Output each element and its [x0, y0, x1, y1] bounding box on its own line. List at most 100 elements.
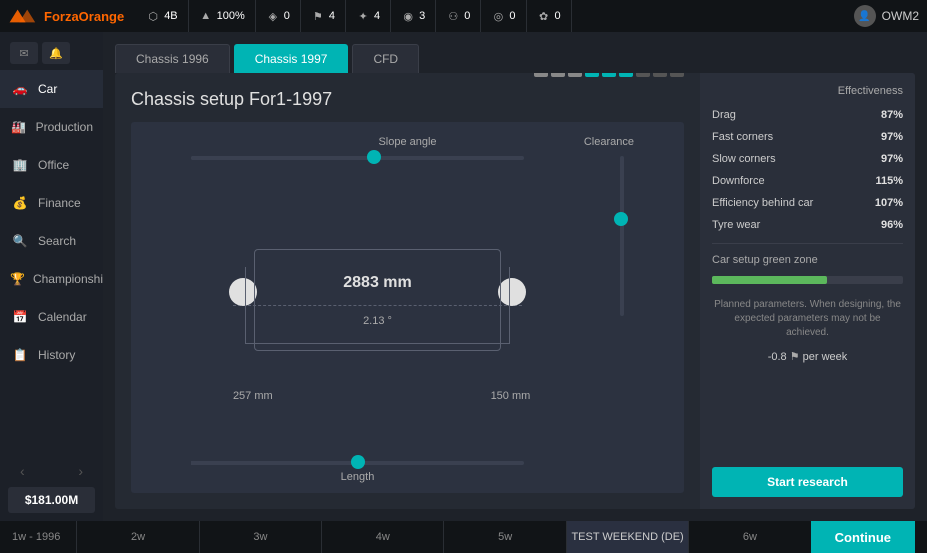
eff-efficiency: Efficiency behind car 107%	[712, 195, 903, 211]
chassis-panel: Chassis setup For1-1997	[115, 73, 915, 509]
green-zone-bar	[712, 276, 903, 284]
group-icon: ⚇	[446, 9, 460, 23]
week-3w: 3w	[199, 521, 321, 553]
slope-angle-label: Slope angle	[378, 136, 436, 148]
stat-people: ⚑ 4	[301, 0, 346, 32]
sidebar-item-history[interactable]: 📋 History	[0, 336, 103, 374]
length-slider-wrap: Length	[191, 461, 524, 483]
budget-display: $181.00M	[8, 487, 95, 513]
title-row: Chassis setup For1-1997	[131, 89, 684, 122]
blue1-icon: ◈	[266, 9, 280, 23]
dot-4	[585, 73, 599, 77]
dim-left: 257 mm	[233, 390, 273, 402]
top-bar: ForzaOrange ⬡ 4B ▲ 100% ◈ 0 ⚑ 4 ✦ 4 ◉ 3 …	[0, 0, 927, 32]
star-icon: ✿	[537, 9, 551, 23]
main-layout: ✉ 🔔 🚗 Car 🏭 Production 🏢 Office 💰 Financ…	[0, 32, 927, 521]
sidebar-item-office[interactable]: 🏢 Office	[0, 146, 103, 184]
time-label: 1w - 1996	[12, 531, 60, 543]
sidebar-bottom: ‹ › $181.00M	[0, 459, 103, 521]
effectiveness-title: Effectiveness	[712, 85, 903, 97]
week-test-weekend: TEST WEEKEND (DE)	[566, 521, 688, 553]
clearance-label: Clearance	[584, 136, 634, 148]
week-6w: 6w	[688, 521, 810, 553]
history-icon: 📋	[10, 345, 30, 365]
sidebar-item-finance[interactable]: 💰 Finance	[0, 184, 103, 222]
green-zone-label: Car setup green zone	[712, 254, 903, 266]
wheel-right	[498, 278, 526, 306]
championship-icon: 🏆	[10, 269, 25, 289]
stat-group: ⚇ 0	[436, 0, 481, 32]
eff-drag: Drag 87%	[712, 107, 903, 123]
stat-chat: ◉ 3	[391, 0, 436, 32]
color-indicators	[534, 73, 684, 77]
tab-chassis1997[interactable]: Chassis 1997	[234, 44, 349, 73]
start-research-button[interactable]: Start research	[712, 467, 903, 497]
stat-star: ✿ 0	[527, 0, 572, 32]
eff-slow-corners: Slow corners 97%	[712, 151, 903, 167]
chassis-tabs: Chassis 1996 Chassis 1997 CFD	[103, 32, 927, 73]
arrow-left-icon[interactable]: ‹	[20, 463, 25, 479]
bracket-left	[245, 267, 246, 344]
finance-icon: 💰	[10, 193, 30, 213]
dot-2	[551, 73, 565, 77]
dot-6	[619, 73, 633, 77]
app-logo: ForzaOrange	[8, 6, 124, 26]
wheel-left	[229, 278, 257, 306]
office-icon: 🏢	[10, 155, 30, 175]
sidebar-item-search[interactable]: 🔍 Search	[0, 222, 103, 260]
notification-icon[interactable]: 🔔	[42, 42, 70, 64]
cost-icon: ⚑	[790, 351, 803, 363]
stat-blue1: ◈ 0	[256, 0, 301, 32]
content-area: Chassis 1996 Chassis 1997 CFD Chassis se…	[103, 32, 927, 521]
stat-target: ◎ 0	[481, 0, 526, 32]
week-4w: 4w	[321, 521, 443, 553]
tab-chassis1996[interactable]: Chassis 1996	[115, 44, 230, 73]
dot-7	[636, 73, 650, 77]
length-label: Length	[191, 471, 524, 483]
dot-1	[534, 73, 548, 77]
eff-tyre-wear: Tyre wear 96%	[712, 217, 903, 233]
dot-5	[602, 73, 616, 77]
right-panel: Effectiveness Drag 87% Fast corners 97% …	[700, 73, 915, 509]
people-icon: ⚑	[311, 9, 325, 23]
search-icon: 🔍	[10, 231, 30, 251]
setup-title: Chassis setup For1-1997	[131, 89, 332, 110]
stat-battery: ⬡ 4B	[136, 0, 188, 32]
week-2w: 2w	[76, 521, 198, 553]
green-zone-fill	[712, 276, 827, 284]
continue-button[interactable]: Continue	[811, 521, 915, 553]
week-5w: 5w	[443, 521, 565, 553]
sidebar-item-production[interactable]: 🏭 Production	[0, 108, 103, 146]
slope-slider[interactable]	[191, 156, 524, 160]
inbox-icon[interactable]: ✉	[10, 42, 38, 64]
sidebar-item-calendar[interactable]: 📅 Calendar	[0, 298, 103, 336]
tab-cfd[interactable]: CFD	[352, 44, 419, 73]
user-area[interactable]: 👤 OWM2	[844, 5, 919, 27]
car-icon: 🚗	[10, 79, 30, 99]
sidebar-messages: ✉ 🔔	[0, 36, 103, 70]
target-icon: ◎	[491, 9, 505, 23]
dot-8	[653, 73, 667, 77]
production-icon: 🏭	[10, 117, 28, 137]
setup-area: Chassis setup For1-1997	[115, 73, 700, 509]
arrow-right-icon[interactable]: ›	[78, 463, 83, 479]
planned-note: Planned parameters. When designing, the …	[712, 298, 903, 340]
chassis-visualization: 2883 mm 2.13 ° 257 mm 150 mm	[171, 177, 584, 433]
dot-9	[670, 73, 684, 77]
bracket-right	[509, 267, 510, 344]
sidebar: ✉ 🔔 🚗 Car 🏭 Production 🏢 Office 💰 Financ…	[0, 32, 103, 521]
stat-speed: ▲ 100%	[189, 0, 256, 32]
battery-icon: ⬡	[146, 9, 160, 23]
per-week: -0.8 ⚑ per week	[712, 350, 903, 363]
chassis-diagram: Slope angle Clearance 2883 mm 2.1	[131, 122, 684, 493]
calendar-icon: 📅	[10, 307, 30, 327]
length-slider[interactable]	[191, 461, 524, 465]
sidebar-item-car[interactable]: 🚗 Car	[0, 70, 103, 108]
eff-fast-corners: Fast corners 97%	[712, 129, 903, 145]
sidebar-item-championship[interactable]: 🏆 Championship	[0, 260, 103, 298]
avatar: 👤	[854, 5, 876, 27]
speed-icon: ▲	[199, 9, 213, 23]
week-markers: 2w 3w 4w 5w TEST WEEKEND (DE) 6w	[76, 521, 810, 553]
clearance-slider[interactable]	[620, 156, 624, 316]
divider	[712, 243, 903, 244]
